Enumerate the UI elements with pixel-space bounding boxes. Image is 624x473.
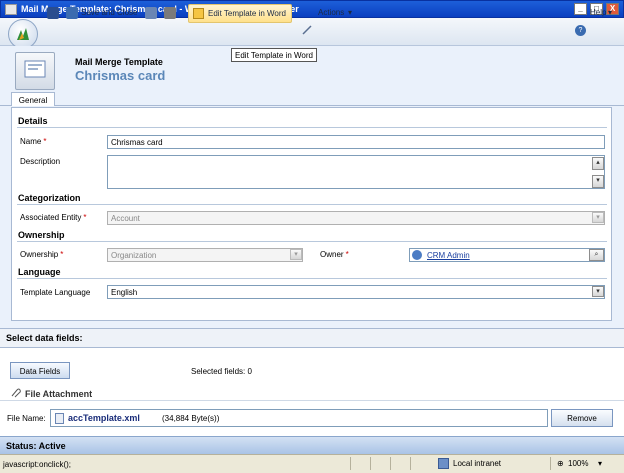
file-attachment-heading: File Attachment xyxy=(25,389,93,399)
data-fields-heading: Select data fields: xyxy=(6,333,83,343)
required-marker: * xyxy=(60,250,64,259)
status-cell xyxy=(350,457,366,470)
edit-template-in-word-button[interactable]: Edit Template in Word xyxy=(188,4,292,23)
description-field[interactable] xyxy=(107,155,605,189)
security-zone: Local intranet xyxy=(453,459,502,468)
user-icon xyxy=(412,250,422,260)
status-cell xyxy=(390,457,406,470)
crm-logo-icon[interactable] xyxy=(8,19,38,49)
remove-button[interactable]: Remove xyxy=(551,409,613,427)
scroll-up-icon[interactable]: ▴ xyxy=(592,157,604,170)
record-status: Status: Active xyxy=(6,441,66,451)
chevron-down-icon[interactable]: ▾ xyxy=(592,286,604,297)
section-divider xyxy=(17,241,607,242)
template-language-label: Template Language xyxy=(20,288,91,297)
section-divider xyxy=(17,278,607,279)
save-close-icon[interactable] xyxy=(66,7,78,19)
ownership-section-heading: Ownership xyxy=(18,230,65,240)
owner-lookup-field[interactable]: CRM Admin xyxy=(409,248,605,262)
record-name-title: Chrismas card xyxy=(75,68,166,83)
actions-chevron-down-icon[interactable]: ▾ xyxy=(348,8,352,17)
ownership-label-text: Ownership xyxy=(20,250,59,259)
name-label: Name * xyxy=(20,137,46,146)
chevron-down-icon: ▾ xyxy=(592,212,604,223)
save-icon[interactable] xyxy=(47,7,59,19)
edit-template-label: Edit Template in Word xyxy=(208,9,286,18)
associated-entity-select: Account xyxy=(107,211,605,225)
chevron-down-icon: ▾ xyxy=(290,249,302,260)
ie-window-icon xyxy=(5,4,17,15)
associated-entity-label: Associated Entity * xyxy=(20,213,87,222)
help-menu[interactable]: Help xyxy=(590,8,606,17)
entity-type-label: Mail Merge Template xyxy=(75,57,163,67)
save-and-close-button[interactable]: Save and Close xyxy=(81,8,137,17)
command-toolbar xyxy=(0,18,624,46)
save-new-icon[interactable] xyxy=(145,7,157,19)
required-marker: * xyxy=(345,250,349,259)
help-icon[interactable]: ? xyxy=(575,25,586,36)
zoom-chevron-down-icon[interactable]: ▾ xyxy=(598,459,602,468)
name-label-text: Name xyxy=(20,137,42,146)
word-folder-icon xyxy=(193,8,204,19)
file-name-link[interactable]: accTemplate.xml xyxy=(68,413,140,423)
browser-status-bar: javascript:onclick(); xyxy=(0,454,624,473)
minimize-button[interactable]: _ xyxy=(574,3,587,15)
paperclip-icon xyxy=(10,388,22,398)
scroll-down-icon[interactable]: ▾ xyxy=(592,175,604,188)
ownership-label: Ownership * xyxy=(20,250,63,259)
section-divider xyxy=(17,127,607,128)
status-url-text: javascript:onclick(); xyxy=(3,460,72,469)
local-intranet-icon xyxy=(438,458,449,469)
description-label: Description xyxy=(20,157,61,166)
section-divider xyxy=(0,400,624,401)
required-marker: * xyxy=(83,213,87,222)
section-divider xyxy=(17,204,607,205)
data-fields-section-bar xyxy=(0,328,624,348)
selected-fields-count: Selected fields: 0 xyxy=(191,367,252,376)
ownership-select: Organization xyxy=(107,248,303,262)
mail-merge-template-icon xyxy=(15,52,55,90)
xml-file-icon xyxy=(55,413,64,424)
actions-menu[interactable]: Actions xyxy=(318,8,344,17)
file-size: (34,884 Byte(s)) xyxy=(162,414,220,423)
file-name-field[interactable]: accTemplate.xml (34,884 Byte(s)) xyxy=(50,409,548,427)
details-section-heading: Details xyxy=(18,116,48,126)
categorization-section-heading: Categorization xyxy=(18,193,81,203)
template-language-select[interactable]: English xyxy=(107,285,605,299)
language-section-heading: Language xyxy=(18,267,61,277)
tooltip: Edit Template in Word xyxy=(231,48,317,62)
actions-wand-icon[interactable] xyxy=(302,25,312,35)
lookup-icon[interactable]: ⌕ xyxy=(589,249,604,261)
tab-general[interactable]: General xyxy=(11,92,55,107)
data-fields-button[interactable]: Data Fields xyxy=(10,362,70,379)
status-cell xyxy=(370,457,386,470)
status-cell xyxy=(410,457,432,470)
zoom-icon[interactable]: ⊕ xyxy=(557,459,564,468)
owner-label-text: Owner xyxy=(320,250,344,259)
print-icon[interactable] xyxy=(164,7,176,19)
required-marker: * xyxy=(43,137,47,146)
help-chevron-down-icon[interactable]: ▾ xyxy=(608,8,612,17)
tab-strip xyxy=(0,92,624,106)
zoom-level[interactable]: 100% xyxy=(568,459,588,468)
associated-entity-label-text: Associated Entity xyxy=(20,213,82,222)
owner-label: Owner * xyxy=(320,250,349,259)
record-status-bar: Status: Active xyxy=(0,436,624,454)
file-name-label: File Name: xyxy=(7,414,46,423)
name-field[interactable]: Chrismas card xyxy=(107,135,605,149)
